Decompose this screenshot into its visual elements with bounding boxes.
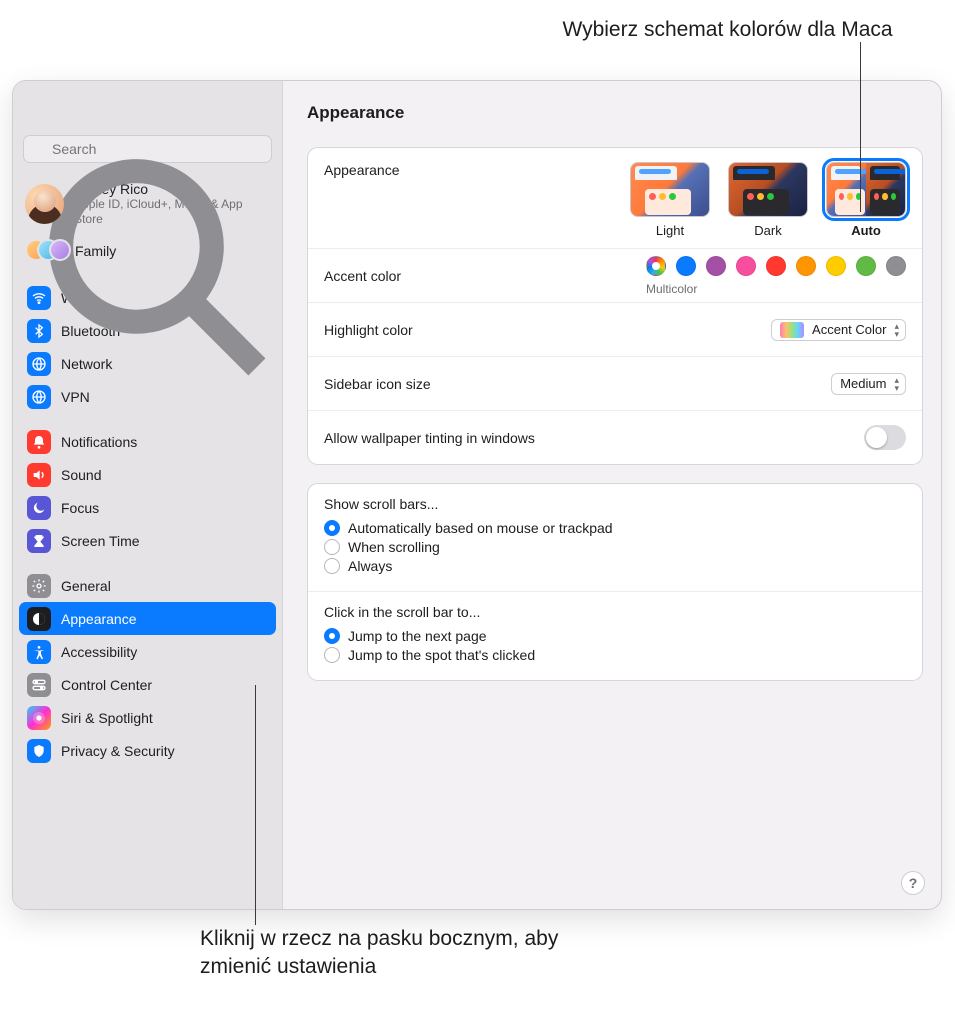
scrollbars-option-2[interactable]: Always <box>324 558 906 574</box>
appearance-thumb-label: Auto <box>851 223 881 238</box>
callout-top: Wybierz schemat kolorów dla Maca <box>0 0 955 52</box>
avatar <box>25 184 64 224</box>
screentime-icon <box>27 529 51 553</box>
sidebar-icon-popup[interactable]: Medium ▴▾ <box>831 373 906 395</box>
notifications-icon <box>27 430 51 454</box>
sidebar-item-label: Sound <box>61 467 101 483</box>
vpn-icon <box>27 385 51 409</box>
radio-label: Automatically based on mouse or trackpad <box>348 520 613 536</box>
system-settings-window: Ashley Rico Apple ID, iCloud+, Media & A… <box>12 80 942 910</box>
click-scrollbar-option-0[interactable]: Jump to the next page <box>324 628 906 644</box>
sidebar-item-label: Screen Time <box>61 533 140 549</box>
accent-color-5[interactable] <box>796 256 816 276</box>
tinting-toggle[interactable] <box>864 425 906 450</box>
sidebar-item-siri[interactable]: Siri & Spotlight <box>19 701 276 734</box>
sidebar-item-label: Focus <box>61 500 99 516</box>
appearance-thumbs: Light Dark Auto <box>630 162 906 238</box>
sidebar-item-label: Appearance <box>61 611 137 627</box>
page-title: Appearance <box>307 103 923 123</box>
click-scroll-title: Click in the scroll bar to... <box>324 604 906 620</box>
accent-sublabel: Multicolor <box>646 282 697 296</box>
sidebar-item-label: Privacy & Security <box>61 743 175 759</box>
appearance-light-button[interactable]: Light <box>630 162 710 238</box>
radio-icon <box>324 539 340 555</box>
search-field[interactable] <box>23 135 272 163</box>
sidebar: Ashley Rico Apple ID, iCloud+, Media & A… <box>13 81 283 909</box>
sidebar-item-controlcenter[interactable]: Control Center <box>19 668 276 701</box>
sidebar-item-vpn[interactable]: VPN <box>19 380 276 413</box>
sidebar-item-label: Notifications <box>61 434 137 450</box>
sidebar-item-privacy[interactable]: Privacy & Security <box>19 734 276 767</box>
appearance-thumb-label: Dark <box>754 223 781 238</box>
tinting-label: Allow wallpaper tinting in windows <box>324 430 535 446</box>
siri-icon <box>27 706 51 730</box>
sound-icon <box>27 463 51 487</box>
appearance-label: Appearance <box>324 162 400 178</box>
sidebar-item-label: Control Center <box>61 677 152 693</box>
scrollbar-panel: Show scroll bars... Automatically based … <box>307 483 923 681</box>
controlcenter-icon <box>27 673 51 697</box>
help-button[interactable]: ? <box>901 871 925 895</box>
callout-leader-top <box>0 52 955 80</box>
radio-icon <box>324 628 340 644</box>
sidebar-item-label: General <box>61 578 111 594</box>
privacy-icon <box>27 739 51 763</box>
search-icon <box>31 141 272 382</box>
sidebar-icon-label: Sidebar icon size <box>324 376 431 392</box>
radio-label: Jump to the next page <box>348 628 487 644</box>
sidebar-item-label: VPN <box>61 389 90 405</box>
accent-color-8[interactable] <box>886 256 906 276</box>
general-icon <box>27 574 51 598</box>
appearance-dark-button[interactable]: Dark <box>728 162 808 238</box>
highlight-label: Highlight color <box>324 322 413 338</box>
sidebar-item-general[interactable]: General <box>19 569 276 602</box>
radio-icon <box>324 647 340 663</box>
sidebar-item-label: Siri & Spotlight <box>61 710 153 726</box>
callout-bottom: Kliknij w rzecz na pasku bocznym, aby zm… <box>0 911 620 1012</box>
accent-color-6[interactable] <box>826 256 846 276</box>
sidebar-item-notifications[interactable]: Notifications <box>19 425 276 458</box>
accessibility-icon <box>27 640 51 664</box>
click-scrollbar-option-1[interactable]: Jump to the spot that's clicked <box>324 647 906 663</box>
radio-label: When scrolling <box>348 539 440 555</box>
accent-colors <box>646 256 906 276</box>
accent-color-3[interactable] <box>736 256 756 276</box>
sidebar-item-appearance[interactable]: Appearance <box>19 602 276 635</box>
accent-color-7[interactable] <box>856 256 876 276</box>
callout-leader-bottom <box>0 910 955 911</box>
accent-color-4[interactable] <box>766 256 786 276</box>
appearance-thumb-label: Light <box>656 223 684 238</box>
sidebar-item-screentime[interactable]: Screen Time <box>19 524 276 557</box>
sidebar-item-accessibility[interactable]: Accessibility <box>19 635 276 668</box>
sidebar-item-sound[interactable]: Sound <box>19 458 276 491</box>
radio-label: Jump to the spot that's clicked <box>348 647 535 663</box>
scroll-title: Show scroll bars... <box>324 496 906 512</box>
main-content: Appearance Appearance Light Dark Auto Acce… <box>283 81 941 909</box>
focus-icon <box>27 496 51 520</box>
sidebar-item-label: Accessibility <box>61 644 137 660</box>
sidebar-item-focus[interactable]: Focus <box>19 491 276 524</box>
appearance-icon <box>27 607 51 631</box>
highlight-popup[interactable]: Accent Color ▴▾ <box>771 319 906 341</box>
accent-color-0[interactable] <box>646 256 666 276</box>
sidebar-icon-value: Medium <box>840 376 886 391</box>
highlight-value: Accent Color <box>812 322 886 337</box>
appearance-auto-button[interactable]: Auto <box>826 162 906 238</box>
accent-color-2[interactable] <box>706 256 726 276</box>
scrollbars-option-0[interactable]: Automatically based on mouse or trackpad <box>324 520 906 536</box>
highlight-swatch-icon <box>780 322 804 338</box>
appearance-panel: Appearance Light Dark Auto Accent color Mu… <box>307 147 923 465</box>
chevron-updown-icon: ▴▾ <box>894 322 899 338</box>
radio-label: Always <box>348 558 392 574</box>
accent-label: Accent color <box>324 268 401 284</box>
radio-icon <box>324 520 340 536</box>
radio-icon <box>324 558 340 574</box>
chevron-updown-icon: ▴▾ <box>894 376 899 392</box>
accent-color-1[interactable] <box>676 256 696 276</box>
family-avatars <box>25 239 65 263</box>
scrollbars-option-1[interactable]: When scrolling <box>324 539 906 555</box>
